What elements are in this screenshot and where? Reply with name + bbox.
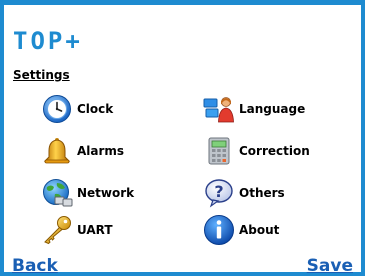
question-icon: ? — [202, 178, 236, 208]
network-globe-icon — [40, 178, 74, 208]
clock-icon — [40, 94, 74, 124]
menu-item-label: Language — [239, 102, 306, 116]
menu-item-others[interactable]: ? Others — [202, 178, 285, 208]
menu-item-label: Others — [239, 186, 285, 200]
menu-item-label: Alarms — [77, 144, 125, 158]
app-window: TOP+ Settings Clock Language Alarms Corr… — [0, 0, 365, 276]
menu-item-network[interactable]: Network — [40, 178, 134, 208]
bell-icon — [40, 136, 74, 166]
back-softkey[interactable]: Back — [12, 256, 58, 276]
save-softkey[interactable]: Save — [307, 256, 353, 276]
svg-text:?: ? — [214, 182, 223, 201]
menu-item-label: About — [239, 223, 280, 237]
app-title: TOP+ — [13, 27, 83, 55]
menu-item-clock[interactable]: Clock — [40, 94, 113, 124]
menu-item-correction[interactable]: Correction — [202, 136, 310, 166]
menu-item-language[interactable]: Language — [202, 94, 305, 124]
menu-item-label: Correction — [239, 144, 310, 158]
menu-item-label: Network — [77, 186, 135, 200]
language-icon — [202, 94, 236, 124]
key-icon — [40, 215, 74, 245]
calculator-icon — [202, 136, 236, 166]
menu-item-label: Clock — [77, 102, 114, 116]
page-title: Settings — [13, 68, 70, 82]
menu-item-uart[interactable]: UART — [40, 215, 113, 245]
menu-item-alarms[interactable]: Alarms — [40, 136, 124, 166]
menu-item-about[interactable]: About — [202, 215, 279, 245]
info-icon — [202, 215, 236, 245]
menu-item-label: UART — [77, 223, 113, 237]
